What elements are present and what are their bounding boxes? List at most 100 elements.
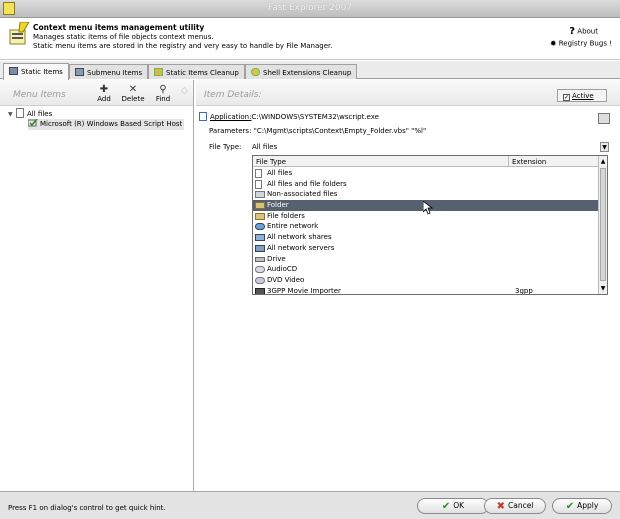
application-label: Application:: [210, 113, 252, 121]
file-type-value: All files: [252, 143, 278, 151]
tab-submenu-items[interactable]: Submenu Items: [69, 64, 149, 79]
file-type-name: AudioCD: [267, 265, 298, 274]
apply-button[interactable]: ✔ Apply: [552, 498, 612, 514]
column-header-file-type[interactable]: File Type: [256, 158, 286, 166]
file-type-name: All files: [267, 169, 293, 177]
file-type-name: Non-associated files: [267, 190, 338, 199]
drive-icon: [255, 256, 265, 262]
chevron-down-icon[interactable]: ▼: [600, 142, 609, 152]
file-type-name: Drive: [267, 254, 286, 263]
menu-items-header: Menu Items ✚ Add ✕ Delete ⚲ Find ◇: [0, 80, 193, 106]
context-menu-utility-icon: [9, 22, 30, 45]
file-type-name: All network shares: [267, 233, 332, 242]
tab-static-items[interactable]: Static Items: [3, 63, 69, 80]
more-icon[interactable]: ◇: [181, 86, 188, 96]
find-button[interactable]: ⚲ Find: [148, 84, 178, 103]
file-type-dropdown-list[interactable]: File Type Extension All files All files a…: [252, 155, 608, 295]
blank-file-icon: [255, 179, 262, 189]
tab-shell-extensions-cleanup[interactable]: Shell Extensions Cleanup: [245, 64, 358, 79]
static-items-icon: [9, 67, 18, 75]
menu-items-panel: Menu Items ✚ Add ✕ Delete ⚲ Find ◇ ▼ All …: [0, 80, 194, 491]
active-checkbox[interactable]: ✓ Active: [557, 89, 607, 102]
movie-icon: [255, 287, 265, 294]
tab-label: Shell Extensions Cleanup: [263, 69, 352, 77]
folder-icon: [255, 212, 265, 220]
file-type-scrollbar[interactable]: ▲ ▼: [598, 156, 607, 294]
item-details-title: Item Details:: [204, 90, 262, 100]
utility-description-line1: Manages static items of file objects con…: [33, 33, 214, 41]
file-type-rows: All files All files and file folders Non-a…: [253, 168, 599, 295]
file-type-row[interactable]: Entire network: [253, 221, 599, 232]
window-title: Fast Explorer 2007: [267, 3, 353, 13]
column-header-extension[interactable]: Extension: [512, 158, 546, 166]
about-label: About: [577, 27, 598, 36]
utility-title: Context menu items management utility: [33, 23, 205, 32]
scroll-up-icon[interactable]: ▲: [599, 158, 607, 166]
file-type-row[interactable]: All network shares: [253, 232, 599, 243]
parameters-label: Parameters:: [209, 127, 252, 135]
tree-node-label: Microsoft (R) Windows Based Script Host: [40, 120, 183, 128]
scroll-down-icon[interactable]: ▼: [599, 285, 607, 293]
file-type-row[interactable]: Drive: [253, 254, 599, 265]
file-type-name: Entire network: [267, 222, 319, 231]
check-icon: ✔: [565, 501, 575, 512]
application-row: Application:C:\WINDOWS\SYSTEM32\wscript.…: [199, 112, 379, 121]
network-icon: [255, 223, 265, 231]
tab-label: Static Items: [21, 68, 63, 76]
scroll-thumb[interactable]: [600, 168, 606, 281]
unknown-file-icon: [255, 191, 265, 199]
file-type-label: File Type:: [209, 143, 242, 151]
title-bar: Fast Explorer 2007: [0, 0, 620, 18]
help-icon: ?: [569, 26, 576, 37]
menu-items-tree[interactable]: ▼ All files Microsoft (R) Windows Based S…: [8, 108, 185, 130]
file-type-name: Folder: [267, 201, 289, 210]
file-type-name: 3GPP Movie Importer: [267, 286, 341, 295]
add-button[interactable]: ✚ Add: [89, 84, 119, 103]
item-details-panel: Item Details: ✓ Active Application:C:\WIN…: [196, 80, 620, 491]
dvd-icon: [255, 276, 265, 284]
active-label: Active: [572, 92, 594, 100]
mouse-cursor-icon: [423, 201, 434, 215]
item-details-header: Item Details: ✓ Active: [196, 80, 620, 106]
application-field[interactable]: C:\WINDOWS\SYSTEM32\wscript.exe: [251, 113, 379, 121]
about-link[interactable]: ? About: [569, 26, 598, 37]
tree-node-all-files[interactable]: ▼ All files: [8, 108, 184, 119]
delete-label: Delete: [121, 95, 145, 103]
binoculars-icon: ⚲: [159, 84, 167, 95]
file-type-select[interactable]: All files ▼: [251, 142, 609, 153]
file-type-row[interactable]: AudioCD: [253, 264, 599, 275]
menu-items-title: Menu Items: [13, 90, 66, 100]
column-divider[interactable]: [508, 156, 509, 167]
file-type-row[interactable]: 3GPP Movie Importer 3gpp: [253, 286, 599, 295]
file-type-row[interactable]: All network servers: [253, 243, 599, 254]
file-type-row[interactable]: All files and file folders: [253, 179, 599, 190]
file-type-name: DVD Video: [267, 275, 305, 284]
checked-item-icon: [28, 119, 38, 127]
file-type-row[interactable]: DVD Video: [253, 275, 599, 286]
find-label: Find: [155, 95, 171, 103]
tab-label: Submenu Items: [87, 69, 143, 77]
tree-node-script-host[interactable]: Microsoft (R) Windows Based Script Host: [28, 119, 185, 130]
hint-text: Press F1 on dialog's control to get quic…: [8, 504, 166, 512]
parameters-row: Parameters: "C:\Mgmt\scripts\Context\Emp…: [209, 127, 426, 135]
tab-static-items-cleanup[interactable]: Static Items Cleanup: [148, 64, 245, 79]
file-type-row[interactable]: All files: [253, 168, 599, 179]
cancel-label: Cancel: [507, 501, 534, 510]
blank-file-icon: [16, 108, 24, 118]
cleanup-icon: [154, 68, 163, 76]
registry-bugs-link[interactable]: ✹ Registry Bugs !: [550, 39, 612, 48]
collapse-icon[interactable]: ▼: [8, 109, 16, 120]
parameters-field[interactable]: "C:\Mgmt\scripts\Context\Empty_Folder.vb…: [254, 127, 427, 135]
registry-bugs-label: Registry Bugs !: [558, 39, 612, 48]
cancel-button[interactable]: ✖ Cancel: [484, 498, 546, 514]
delete-button[interactable]: ✕ Delete: [118, 84, 148, 103]
ok-button[interactable]: ✔ OK: [417, 498, 489, 514]
file-type-extension: 3gpp: [515, 286, 533, 295]
file-type-name: All network servers: [267, 243, 335, 252]
cd-icon: [255, 266, 265, 274]
browse-application-button[interactable]: [598, 113, 610, 124]
file-type-list-header: File Type Extension: [253, 156, 599, 167]
tab-bar: Static Items Submenu Items Static Items …: [0, 61, 620, 80]
file-type-row[interactable]: Non-associated files: [253, 189, 599, 200]
tab-label: Static Items Cleanup: [166, 69, 239, 77]
